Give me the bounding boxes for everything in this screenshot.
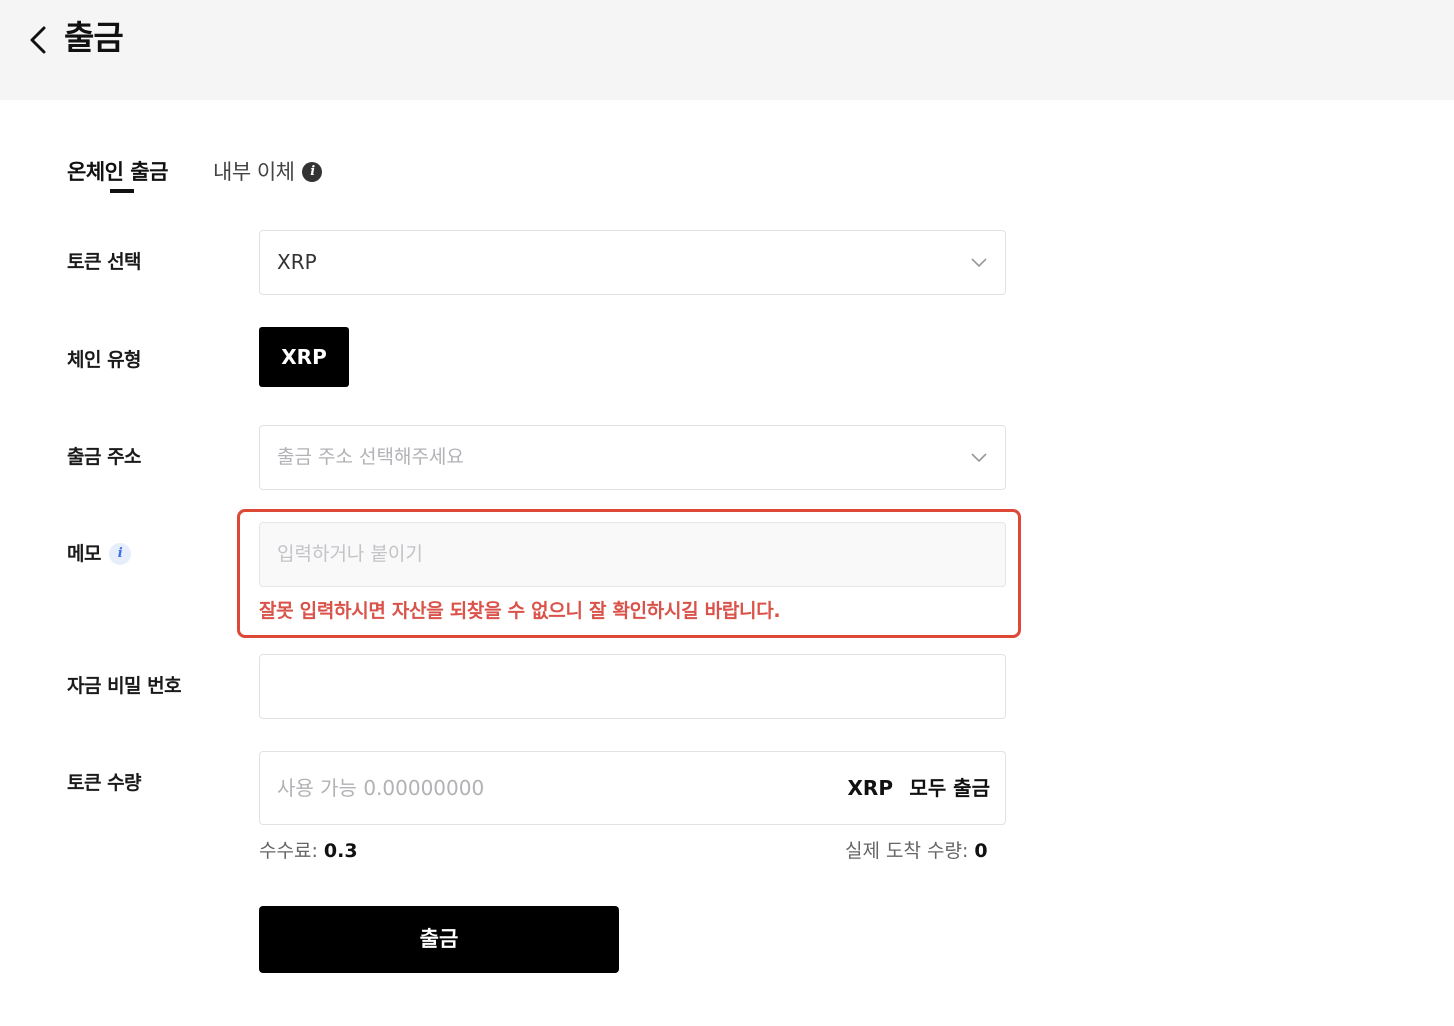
amount-placeholder: 사용 가능 0.00000000 [277,776,485,800]
active-tab-indicator [110,189,134,193]
fund-password-label: 자금 비밀 번호 [67,675,182,697]
amount-token-unit: XRP [847,776,893,800]
memo-warning-text: 잘못 입력하시면 자산을 되찾을 수 없으니 잘 확인하시길 바랍니다. [259,600,781,622]
actual-arrival-value: 0 [974,840,988,862]
token-select-dropdown[interactable]: XRP [259,230,1006,295]
tab-onchain-withdraw[interactable]: 온체인 출금 [67,156,168,188]
withdraw-address-placeholder: 출금 주소 선택해주세요 [277,446,464,468]
token-select-value: XRP [277,250,317,274]
page-title: 출금 [64,18,124,57]
actual-arrival-label: 실제 도착 수량: [845,840,975,862]
header-bar: 출금 [0,0,1454,100]
withdraw-address-label: 출금 주소 [67,446,142,468]
withdraw-submit-button[interactable]: 출금 [259,906,619,973]
fee-value: 0.3 [323,840,358,862]
memo-placeholder: 입력하거나 붙이기 [277,543,423,565]
back-button[interactable] [22,20,58,60]
withdraw-all-button[interactable]: 모두 출금 [909,752,990,825]
info-icon[interactable]: i [108,543,131,565]
chain-option-xrp[interactable]: XRP [259,327,349,387]
chevron-down-icon [971,453,987,463]
memo-label: 메모 [67,543,101,565]
chevron-left-icon [30,26,46,54]
memo-label-row: 메모 i [67,540,131,568]
amount-label: 토큰 수량 [67,772,142,794]
tab-internal-transfer-label: 내부 이체 [213,160,295,184]
memo-input[interactable]: 입력하거나 붙이기 [259,522,1006,587]
fee-label: 수수료: [259,840,324,862]
chevron-down-icon [971,258,987,268]
fee-info: 수수료: 0.3 [259,836,358,866]
chain-type-label: 체인 유형 [67,349,142,371]
withdraw-address-dropdown[interactable]: 출금 주소 선택해주세요 [259,425,1006,490]
actual-arrival-info: 실제 도착 수량: 0 [845,836,988,866]
info-icon[interactable]: i [302,162,323,182]
amount-input[interactable]: 사용 가능 0.00000000 XRP 모두 출금 [259,751,1006,825]
token-select-label: 토큰 선택 [67,251,142,273]
tab-internal-transfer[interactable]: 내부 이체 i [213,156,323,188]
fund-password-input[interactable] [259,654,1006,719]
